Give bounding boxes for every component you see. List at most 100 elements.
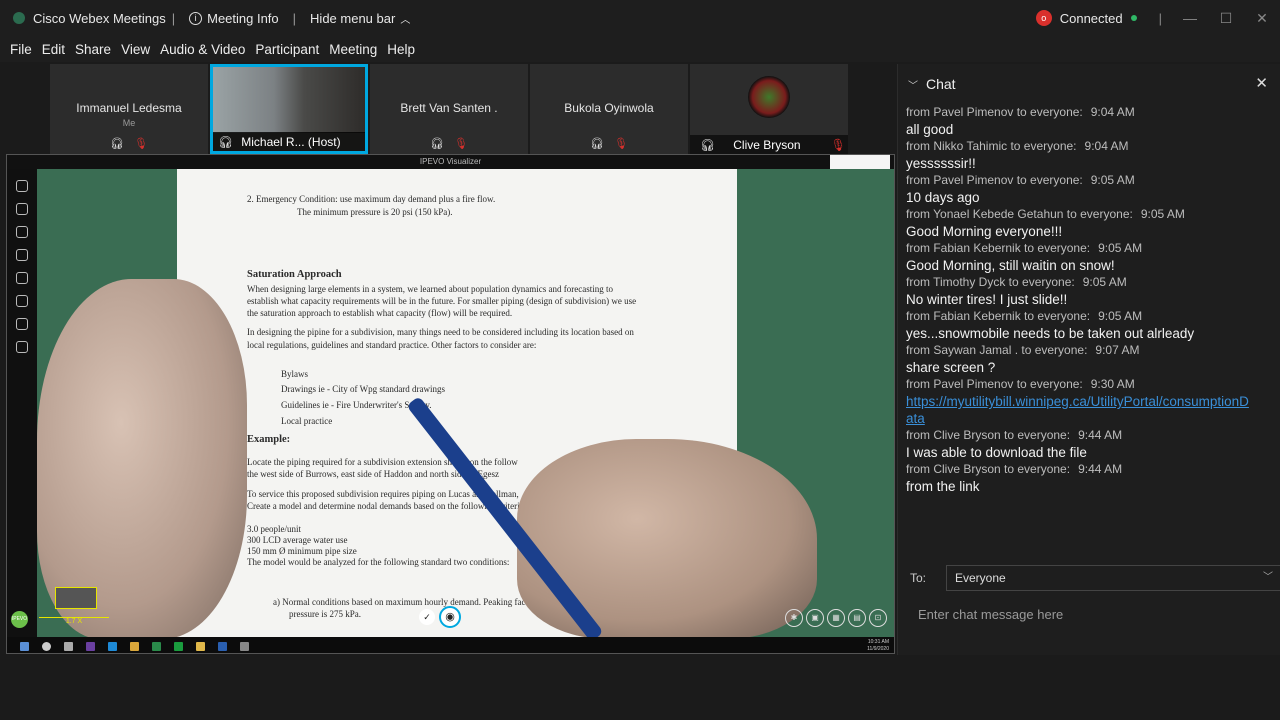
menu-file[interactable]: File bbox=[10, 42, 32, 57]
task-view-icon[interactable] bbox=[64, 641, 73, 651]
doc-line: Local practice bbox=[281, 416, 333, 426]
message-sender: from Pavel Pimenov to everyone: bbox=[906, 377, 1083, 391]
crop-tool-icon[interactable] bbox=[16, 318, 28, 330]
close-chat-button[interactable]: ✕ bbox=[1255, 74, 1268, 92]
maximize-button[interactable]: ☐ bbox=[1208, 10, 1244, 27]
mirror-tool-icon[interactable] bbox=[16, 249, 28, 261]
visualizer-toolbar bbox=[7, 169, 37, 637]
message-meta: from Fabian Kebernik to everyone: 9:05 AM bbox=[906, 240, 1256, 257]
title-separator: | bbox=[171, 10, 176, 26]
participant-tile[interactable]: Brett Van Santen . 🎧︎ 🎙︎ bbox=[370, 64, 528, 154]
menu-share[interactable]: Share bbox=[75, 42, 111, 57]
close-window-button[interactable]: ✕ bbox=[1244, 10, 1280, 27]
app-icon[interactable] bbox=[218, 641, 227, 651]
left-hand bbox=[37, 279, 247, 639]
message-sender: from Pavel Pimenov to everyone: bbox=[906, 173, 1083, 187]
menu-participant[interactable]: Participant bbox=[255, 42, 319, 57]
meeting-info-button[interactable]: i Meeting Info bbox=[189, 11, 279, 26]
search-icon[interactable] bbox=[42, 641, 51, 651]
doc-line: the saturation approach to establish wha… bbox=[247, 308, 513, 318]
grid-icon[interactable]: ▤ bbox=[848, 609, 866, 627]
taskbar-clock: 10:31 AM 11/9/2020 bbox=[867, 639, 889, 653]
check-icon[interactable]: ✓ bbox=[419, 609, 435, 625]
message-sender: from Timothy Dyck to everyone: bbox=[906, 275, 1075, 289]
participant-strip: Immanuel Ledesma Me 🎧︎ 🎙︎ 🎧︎ Michael R...… bbox=[50, 64, 850, 154]
app-icon[interactable] bbox=[174, 641, 183, 651]
participant-tile-host[interactable]: 🎧︎ Michael R... (Host) bbox=[210, 64, 368, 154]
menu-help[interactable]: Help bbox=[387, 42, 415, 57]
doc-heading: Saturation Approach bbox=[247, 269, 342, 280]
app-icon[interactable] bbox=[152, 641, 161, 651]
right-hand bbox=[517, 439, 817, 639]
participant-status: 🎧︎ 🎙︎ bbox=[50, 137, 208, 150]
meeting-info-label: Meeting Info bbox=[207, 10, 279, 26]
message-sender: from Pavel Pimenov to everyone: bbox=[906, 105, 1083, 119]
webex-logo-icon bbox=[13, 12, 25, 24]
recipient-select[interactable]: Everyone ﹀ bbox=[946, 565, 1280, 591]
participant-name: Clive Bryson bbox=[733, 137, 801, 152]
hide-menu-bar-button[interactable]: Hide menu bar ︿ bbox=[310, 11, 410, 26]
participant-status: 🎧︎ 🎙︎ bbox=[530, 137, 688, 150]
brightness-tool-icon[interactable] bbox=[16, 272, 28, 284]
message-time: 9:05 AM bbox=[1082, 275, 1127, 289]
chat-header[interactable]: ﹀ Chat bbox=[908, 76, 956, 92]
message-text: from the link bbox=[906, 479, 980, 494]
doc-line: Create a model and determine nodal deman… bbox=[247, 501, 520, 511]
menu-view[interactable]: View bbox=[121, 42, 150, 57]
message-meta: from Pavel Pimenov to everyone: 9:04 AM bbox=[906, 104, 1256, 121]
participant-status: 🎧︎ 🎙︎ bbox=[370, 137, 528, 150]
wb-tool-icon[interactable] bbox=[16, 295, 28, 307]
camera-tool-icon[interactable] bbox=[16, 180, 28, 192]
participant-name: Brett Van Santen . bbox=[400, 101, 498, 115]
message-time: 9:07 AM bbox=[1095, 343, 1140, 357]
shared-window-titlebar: IPEVO Visualizer bbox=[7, 155, 894, 169]
app-icon[interactable] bbox=[108, 641, 117, 651]
ipevo-logo: IPEVO bbox=[11, 611, 28, 628]
doc-line: Drawings ie - City of Wpg standard drawi… bbox=[281, 384, 446, 394]
headset-icon: 🎧︎ bbox=[110, 138, 124, 150]
participant-tile[interactable]: Immanuel Ledesma Me 🎧︎ 🎙︎ bbox=[50, 64, 208, 154]
menu-edit[interactable]: Edit bbox=[42, 42, 65, 57]
app-icon[interactable] bbox=[130, 641, 139, 651]
chevron-down-icon: ﹀ bbox=[908, 80, 918, 92]
app-title: Cisco Webex Meetings bbox=[33, 10, 166, 26]
settings-icon[interactable]: ✱ bbox=[785, 609, 803, 627]
participant-tile[interactable]: 🎧︎ Clive Bryson 🎙︎ bbox=[690, 64, 848, 154]
message-link[interactable]: https://myutilitybill.winnipeg.ca/Utilit… bbox=[906, 393, 1256, 427]
chat-message-input[interactable] bbox=[908, 599, 1270, 629]
doc-line: 3.0 people/unit bbox=[247, 524, 301, 534]
message-meta: from Nikko Tahimic to everyone: 9:04 AM bbox=[906, 138, 1256, 155]
connection-icon: o bbox=[1035, 10, 1052, 26]
participant-name-bar: 🎧︎ Clive Bryson 🎙︎ bbox=[690, 135, 848, 154]
menu-meeting[interactable]: Meeting bbox=[329, 42, 377, 57]
message-sender: from Nikko Tahimic to everyone: bbox=[906, 139, 1077, 153]
headset-icon: 🎧︎ bbox=[218, 134, 234, 149]
message-sender: from Fabian Kebernik to everyone: bbox=[906, 241, 1091, 255]
message-text: No winter tires! I just slide!! bbox=[906, 292, 1068, 307]
pip-icon[interactable]: ▣ bbox=[806, 609, 824, 627]
folder-icon[interactable] bbox=[196, 641, 205, 651]
fullscreen-icon[interactable]: ⊡ bbox=[869, 609, 887, 627]
message-meta: from Clive Bryson to everyone: 9:44 AM bbox=[906, 461, 1256, 478]
message-meta: from Fabian Kebernik to everyone: 9:05 AM bbox=[906, 308, 1256, 325]
chat-message: from Nikko Tahimic to everyone: 9:04 AM y… bbox=[906, 138, 1256, 172]
participant-tile[interactable]: Bukola Oyinwola 🎧︎ 🎙︎ bbox=[530, 64, 688, 154]
app-icon[interactable] bbox=[240, 641, 249, 651]
settings-tool-icon[interactable] bbox=[16, 341, 28, 353]
headset-icon: 🎧︎ bbox=[430, 138, 444, 150]
rotate-tool-icon[interactable] bbox=[16, 226, 28, 238]
window-controls: o Connected | — ☐ ✕ bbox=[1035, 0, 1280, 36]
windows-start-icon[interactable] bbox=[20, 641, 29, 651]
capture-camera-icon[interactable]: ◉ bbox=[439, 606, 461, 628]
chat-messages: from Pavel Pimenov to everyone: 9:04 AM a… bbox=[906, 104, 1256, 495]
minimize-button[interactable]: — bbox=[1172, 10, 1208, 26]
menu-audio-video[interactable]: Audio & Video bbox=[160, 42, 245, 57]
zoom-preview[interactable] bbox=[55, 587, 97, 609]
doc-line: a) Normal conditions based on maximum ho… bbox=[273, 597, 528, 607]
zoom-tool-icon[interactable] bbox=[16, 203, 28, 215]
participant-name: Immanuel Ledesma bbox=[76, 101, 182, 115]
chat-message: from Clive Bryson to everyone: 9:44 AM fr… bbox=[906, 461, 1256, 495]
layout-icon[interactable]: ▦ bbox=[827, 609, 845, 627]
message-sender: from Saywan Jamal . to everyone: bbox=[906, 343, 1088, 357]
app-icon[interactable] bbox=[86, 641, 95, 651]
